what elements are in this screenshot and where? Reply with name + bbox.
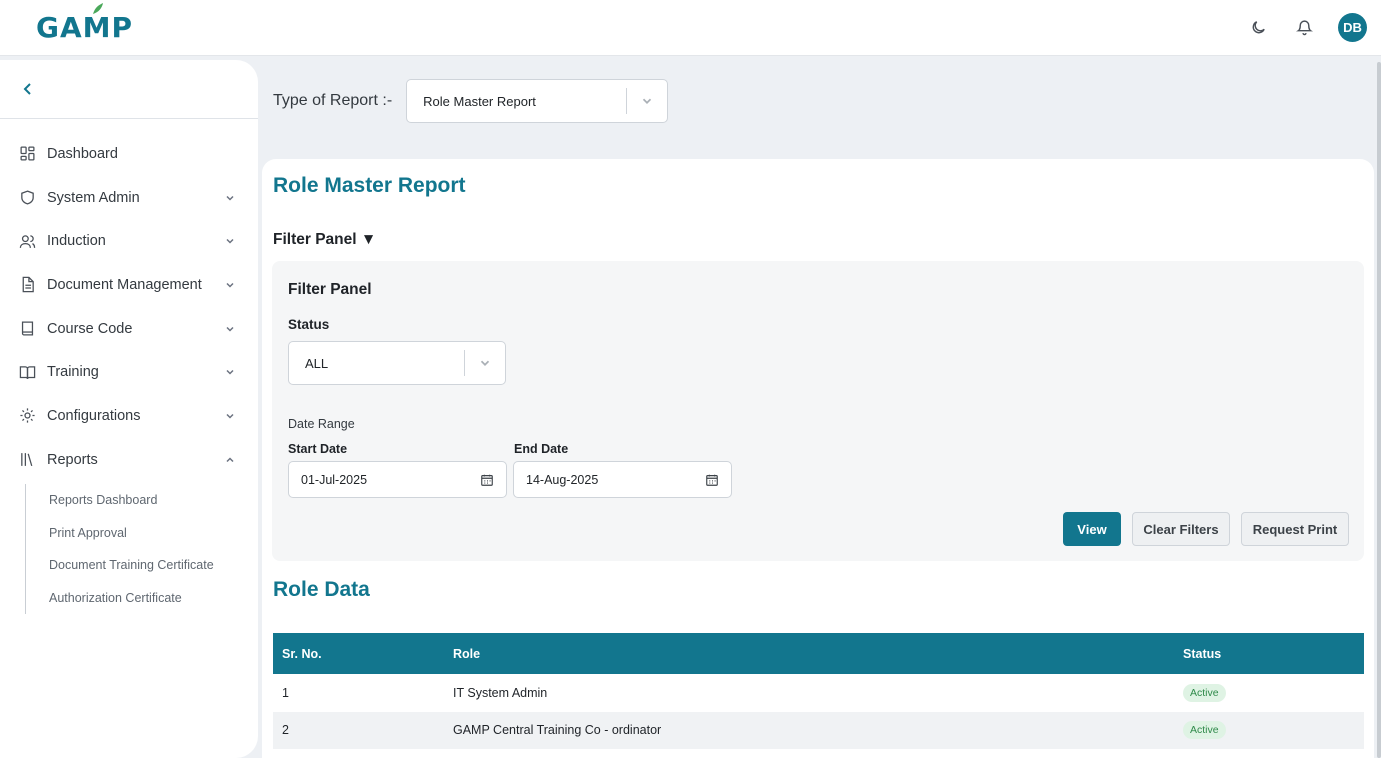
cell-role: IT System Admin [453, 685, 548, 700]
report-type-row: Type of Report :- Role Master Report [273, 79, 669, 123]
cell-status: Active [1173, 683, 1364, 702]
calendar-icon[interactable] [480, 473, 494, 487]
submenu-item-print-approval[interactable]: Print Approval [49, 516, 258, 549]
column-header-role[interactable]: Role [444, 647, 1173, 661]
view-button[interactable]: View [1063, 512, 1121, 546]
shield-icon [18, 189, 36, 207]
chevron-down-icon [226, 326, 234, 332]
logo-text-p: P [111, 11, 134, 44]
user-avatar[interactable]: DB [1338, 13, 1367, 42]
status-badge: Active [1183, 683, 1226, 702]
sidebar-item-reports[interactable]: Reports [0, 438, 258, 482]
chevron-up-icon [226, 457, 234, 462]
submenu-item-authorization-certificate[interactable]: Authorization Certificate [49, 582, 258, 615]
filter-panel: Filter Panel Status ALL Date Range Start… [272, 261, 1364, 561]
sidebar-item-label: Configurations [47, 407, 141, 424]
cell-role: GAMP Central Training Co - ordinator [453, 723, 662, 738]
sidebar-item-system-admin[interactable]: System Admin [0, 176, 258, 220]
sidebar-item-label: Dashboard [47, 145, 118, 162]
status-select[interactable]: ALL [288, 341, 506, 385]
page-scrollbar[interactable] [1377, 62, 1381, 758]
notification-bell-icon[interactable] [1292, 16, 1316, 40]
leaf-icon [93, 3, 103, 14]
dashboard-icon [18, 145, 36, 163]
book-icon [18, 320, 36, 338]
column-header-status[interactable]: Status [1173, 647, 1364, 661]
date-range-label: Date Range [288, 417, 355, 431]
table-row[interactable]: 2 GAMP Central Training Co - ordinator A… [273, 711, 1364, 749]
chevron-down-icon [627, 94, 667, 108]
chevron-down-icon [226, 282, 234, 288]
role-data-title: Role Data [273, 578, 370, 601]
open-book-icon [18, 363, 36, 381]
end-date-field[interactable]: 14-Aug-2025 [513, 461, 732, 498]
sidebar-item-label: Training [47, 364, 99, 381]
sidebar-item-label: Course Code [47, 320, 133, 337]
submenu-item-document-training-certificate[interactable]: Document Training Certificate [49, 549, 258, 582]
start-date-field[interactable]: 01-Jul-2025 [288, 461, 507, 498]
status-value: ALL [305, 355, 329, 371]
clear-filters-button[interactable]: Clear Filters [1132, 512, 1230, 546]
top-header: GAM P DB [0, 0, 1381, 56]
sidebar-item-configurations[interactable]: Configurations [0, 394, 258, 438]
sidebar-divider [0, 118, 258, 119]
end-date-label: End Date [514, 442, 569, 456]
gear-icon [18, 407, 36, 425]
cell-sr-no: 1 [282, 685, 289, 700]
cell-status: Active [1173, 721, 1364, 740]
collapse-sidebar-icon[interactable] [20, 80, 36, 98]
report-type-value: Role Master Report [423, 93, 536, 109]
sidebar-item-label: Induction [47, 233, 106, 250]
sidebar-item-label: Reports [47, 451, 98, 468]
sidebar-item-course-code[interactable]: Course Code [0, 307, 258, 351]
library-icon [18, 451, 36, 469]
chevron-down-icon [226, 239, 234, 244]
sidebar-item-document-management[interactable]: Document Management [0, 263, 258, 307]
filter-panel-toggle[interactable]: Filter Panel ▼ [273, 231, 376, 249]
report-type-label: Type of Report :- [273, 92, 393, 109]
calendar-icon[interactable] [705, 473, 719, 487]
role-data-table: Sr. No. Role Status 1 IT System Admin Ac… [273, 633, 1364, 749]
sidebar-item-training[interactable]: Training [0, 350, 258, 394]
status-badge: Active [1183, 721, 1226, 740]
submenu-item-reports-dashboard[interactable]: Reports Dashboard [49, 484, 258, 517]
chevron-down-icon [465, 356, 505, 370]
table-header: Sr. No. Role Status [273, 633, 1364, 674]
reports-submenu: Reports Dashboard Print Approval Documen… [25, 483, 258, 615]
sidebar-item-label: System Admin [47, 189, 140, 206]
chevron-down-icon [226, 195, 234, 201]
gamp-logo[interactable]: GAM P [36, 3, 134, 44]
sidebar-item-dashboard[interactable]: Dashboard [0, 132, 258, 176]
users-icon [18, 232, 36, 250]
report-card: Role Master Report Filter Panel ▼ Filter… [262, 159, 1374, 758]
sidebar-item-label: Document Management [47, 276, 202, 293]
chevron-down-icon [226, 413, 234, 419]
table-row[interactable]: 1 IT System Admin Active [273, 674, 1364, 712]
cell-sr-no: 2 [282, 723, 289, 738]
column-header-sr-no[interactable]: Sr. No. [273, 647, 444, 661]
dark-mode-icon[interactable] [1246, 16, 1270, 40]
document-icon [18, 276, 36, 294]
sidebar: Dashboard System Admin Induction Documen… [0, 60, 258, 758]
status-label: Status [288, 317, 330, 332]
start-date-label: Start Date [288, 442, 348, 456]
sidebar-item-induction[interactable]: Induction [0, 219, 258, 263]
start-date-value: 01-Jul-2025 [301, 472, 368, 487]
request-print-button[interactable]: Request Print [1241, 512, 1349, 546]
sidebar-nav: Dashboard System Admin Induction Documen… [0, 132, 258, 615]
end-date-value: 14-Aug-2025 [526, 472, 599, 487]
report-type-select[interactable]: Role Master Report [406, 79, 669, 123]
filter-panel-title: Filter Panel [288, 281, 372, 298]
chevron-down-icon [226, 370, 234, 375]
page-title: Role Master Report [273, 174, 466, 197]
